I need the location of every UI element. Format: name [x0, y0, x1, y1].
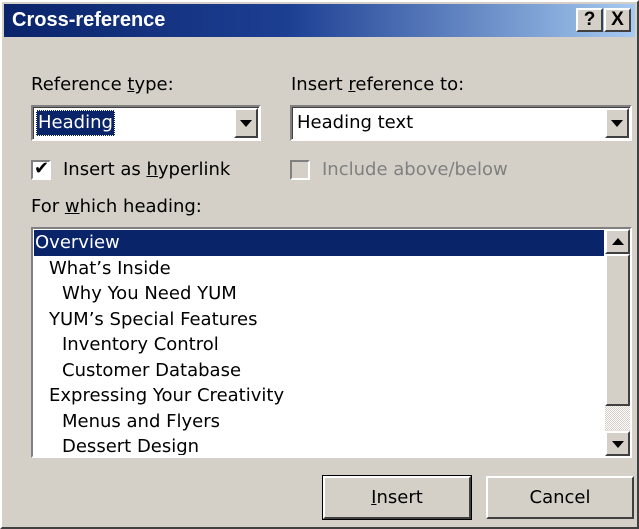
- heading-list-item[interactable]: YUM’s Special Features: [34, 307, 604, 333]
- cross-reference-dialog: Cross-reference ? X Reference type: Head…: [0, 0, 639, 529]
- cancel-button[interactable]: Cancel: [486, 476, 634, 519]
- chevron-up-icon: [611, 237, 624, 245]
- label-part: For: [31, 196, 65, 217]
- scroll-thumb[interactable]: [605, 254, 630, 406]
- insert-as-hyperlink-checkbox[interactable]: ✔: [31, 158, 51, 180]
- label-part: eference to:: [355, 74, 465, 95]
- reference-type-dropdown-button[interactable]: [234, 108, 258, 138]
- chevron-down-icon: [240, 120, 252, 127]
- heading-list-item[interactable]: Dessert Design: [34, 434, 604, 455]
- insert-reference-to-dropdown-button[interactable]: [605, 108, 629, 138]
- heading-list-item[interactable]: Customer Database: [34, 358, 604, 384]
- include-above-below-checkbox: [290, 160, 310, 180]
- scroll-track[interactable]: [605, 406, 630, 430]
- heading-list-item[interactable]: Inventory Control: [34, 332, 604, 358]
- insert-reference-to-value: Heading text: [297, 112, 414, 133]
- label-part: yperlink: [157, 159, 231, 180]
- help-icon: ?: [583, 9, 596, 30]
- for-which-heading-label: For which heading:: [31, 196, 202, 217]
- dialog-title: Cross-reference: [12, 9, 166, 31]
- insert-reference-to-dropdown[interactable]: Heading text: [290, 105, 632, 141]
- heading-list-item[interactable]: Expressing Your Creativity: [34, 383, 604, 409]
- heading-list-item[interactable]: Why You Need YUM: [34, 281, 604, 307]
- vertical-scrollbar[interactable]: [605, 229, 630, 456]
- label-part: ype:: [134, 74, 174, 95]
- label-accelerator: h: [146, 159, 158, 180]
- reference-type-label: Reference type:: [31, 74, 174, 95]
- reference-type-value: Heading: [36, 110, 115, 136]
- close-icon: X: [611, 9, 624, 30]
- scroll-up-button[interactable]: [605, 229, 630, 254]
- label-part: Insert: [291, 74, 349, 95]
- insert-button[interactable]: Insert: [322, 475, 472, 520]
- label-part: hich heading:: [79, 196, 202, 217]
- insert-reference-to-label: Insert reference to:: [291, 74, 464, 95]
- label-part: Insert as: [63, 159, 147, 180]
- chevron-down-icon: [611, 120, 623, 127]
- scroll-down-button[interactable]: [605, 431, 630, 456]
- reference-type-dropdown[interactable]: Heading: [31, 105, 261, 141]
- heading-list-item[interactable]: Overview: [34, 230, 604, 256]
- label-part: Reference: [31, 74, 128, 95]
- close-button[interactable]: X: [604, 8, 631, 32]
- heading-listbox[interactable]: Overview What’s Inside Why You Need YUM YUM…: [31, 227, 632, 458]
- heading-list: Overview What’s Inside Why You Need YUM YUM…: [34, 230, 604, 455]
- help-button[interactable]: ?: [576, 8, 603, 32]
- label-accelerator: w: [64, 196, 80, 217]
- include-above-below-label: Include above/below: [322, 159, 508, 180]
- checkmark-icon: ✔: [34, 158, 50, 179]
- insert-as-hyperlink-label[interactable]: Insert as hyperlink: [63, 159, 230, 180]
- title-bar[interactable]: Cross-reference ? X: [4, 4, 635, 37]
- heading-list-item[interactable]: Menus and Flyers: [34, 409, 604, 435]
- button-label: nsert: [376, 487, 423, 508]
- chevron-down-icon: [611, 440, 624, 448]
- heading-list-item[interactable]: What’s Inside: [34, 256, 604, 282]
